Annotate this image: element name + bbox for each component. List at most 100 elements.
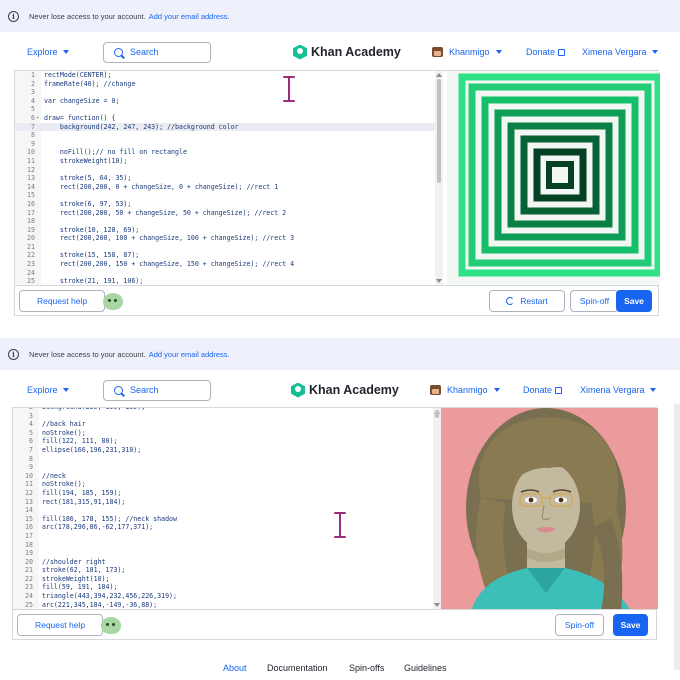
chevron-down-icon — [651, 50, 658, 54]
code-line[interactable]: 4 var changeSize = 0; — [15, 97, 443, 106]
line-number: 20 — [25, 557, 33, 566]
code-line[interactable]: 18 — [15, 217, 443, 226]
user-menu[interactable]: Ximena Vergara — [580, 385, 656, 395]
code-line[interactable]: 6 fill(122, 111, 80); — [13, 437, 441, 446]
scroll-up-arrow-icon[interactable] — [436, 73, 442, 77]
code-line[interactable]: 7 background(242, 247, 243); //backgroun… — [15, 122, 443, 132]
editor-scrollbar[interactable] — [435, 71, 443, 285]
code-line[interactable]: 7 ellipse(166,196,231,310); — [13, 446, 441, 455]
code-line[interactable]: 20 //shoulder right — [13, 558, 441, 567]
code-line[interactable]: 19 — [13, 549, 441, 558]
code-line[interactable]: 9 — [13, 463, 441, 472]
code-line[interactable]: 17 rect(200,200, 50 + changeSize, 50 + c… — [15, 209, 443, 218]
request-help-button[interactable]: Request help — [17, 614, 103, 636]
code-line[interactable]: 24 triangle(443,394,232,456,226,319); — [13, 592, 441, 601]
code-line[interactable]: 3 — [15, 88, 443, 97]
code-line[interactable]: 15 fill(186, 178, 155); //neck shadow — [13, 515, 441, 524]
donate-link[interactable]: Donate — [523, 385, 563, 395]
spinoff-button[interactable]: Spin-off — [570, 290, 619, 312]
spinoff-button[interactable]: Spin-off — [555, 614, 604, 636]
code-line[interactable]: 20 rect(200,200, 100 + changeSize, 100 +… — [15, 234, 443, 243]
code-line[interactable]: 8 — [15, 131, 443, 140]
line-number: 19 — [27, 225, 35, 234]
scroll-down-arrow-icon[interactable] — [434, 603, 440, 607]
khan-academy-logo[interactable]: Khan Academy — [293, 44, 401, 60]
code-text: //neck — [42, 471, 66, 480]
request-help-button[interactable]: Request help — [19, 290, 105, 312]
editor-scrollbar[interactable] — [433, 408, 441, 609]
footer-documentation-link[interactable]: Documentation — [267, 663, 328, 673]
add-email-link[interactable]: Add your email address. — [149, 350, 230, 359]
khanmigo-blob-icon[interactable] — [101, 617, 121, 634]
khanmigo-label: Khanmigo — [447, 385, 488, 395]
code-line[interactable]: 17 — [13, 532, 441, 541]
khanmigo-menu[interactable]: Khanmigo — [430, 385, 500, 395]
code-line[interactable]: 18 — [13, 541, 441, 550]
save-button[interactable]: Save — [616, 290, 652, 312]
search-input[interactable]: Search — [103, 379, 211, 401]
restart-button[interactable]: Restart — [489, 290, 565, 312]
line-number: 20 — [27, 234, 35, 243]
code-line[interactable]: 5 noStroke(); — [13, 429, 441, 438]
code-line[interactable]: 1 rectMode(CENTER); — [15, 71, 443, 80]
code-line[interactable]: 12 — [15, 166, 443, 175]
code-line[interactable]: 11 noStroke(); — [13, 480, 441, 489]
code-line[interactable]: 14 — [13, 506, 441, 515]
add-email-link[interactable]: Add your email address. — [149, 12, 230, 21]
code-text: rectMode(CENTER); — [44, 71, 112, 79]
scroll-thumb[interactable] — [435, 410, 439, 418]
user-menu[interactable]: Ximena Vergara — [582, 47, 658, 57]
code-line[interactable]: 19 stroke(10, 128, 69); — [15, 226, 443, 235]
code-line[interactable]: 25 stroke(21, 191, 106); — [15, 277, 443, 285]
code-line[interactable]: 16 stroke(6, 97, 53); — [15, 200, 443, 209]
output-canvas-squares[interactable] — [447, 71, 660, 285]
footer-spinoffs-link[interactable]: Spin-offs — [349, 663, 384, 673]
donate-link[interactable]: Donate — [526, 47, 566, 57]
code-editor[interactable]: 1 rectMode(CENTER); 2 frameRate(40); //chan… — [15, 71, 443, 285]
scroll-thumb[interactable] — [437, 79, 441, 183]
code-line[interactable]: 11 strokeWeight(10); — [15, 157, 443, 166]
code-line[interactable]: 12 fill(194, 185, 159); — [13, 489, 441, 498]
output-canvas-portrait[interactable] — [441, 408, 658, 609]
code-line[interactable]: 5 — [15, 105, 443, 114]
khanmigo-blob-icon[interactable] — [103, 293, 123, 310]
code-line[interactable]: 2 frameRate(40); //change — [15, 80, 443, 89]
code-line[interactable]: 21 — [15, 243, 443, 252]
code-line[interactable]: 10 noFill();// no fill on rectangle — [15, 148, 443, 157]
save-button[interactable]: Save — [613, 614, 648, 636]
code-line[interactable]: 25 arc(221,345,184,-149,-36,88); — [13, 601, 441, 609]
code-editor[interactable]: 2background(235, 155, 155);34//back hair… — [13, 408, 441, 609]
khanmigo-menu[interactable]: Khanmigo — [432, 47, 502, 57]
spinoff-label: Spin-off — [564, 620, 595, 630]
code-line[interactable]: 22 stroke(15, 158, 87); — [15, 251, 443, 260]
explore-menu[interactable]: Explore — [27, 385, 69, 395]
code-line[interactable]: 9 — [15, 140, 443, 149]
code-line[interactable]: 8 — [13, 455, 441, 464]
code-line[interactable]: 10 //neck — [13, 472, 441, 481]
code-line[interactable]: 3 — [13, 412, 441, 421]
line-number: 7 — [31, 122, 35, 131]
footer-about-link[interactable]: About — [223, 663, 247, 673]
code-text: stroke(6, 97, 53); — [44, 199, 132, 208]
code-line[interactable]: 22 strokeWeight(10); — [13, 575, 441, 584]
code-line[interactable]: 13 stroke(5, 64, 35); — [15, 174, 443, 183]
code-line[interactable]: 21 stroke(62, 181, 173); — [13, 566, 441, 575]
code-line[interactable]: 23 rect(200,200, 150 + changeSize, 150 +… — [15, 260, 443, 269]
code-line[interactable]: 15 — [15, 191, 443, 200]
khan-academy-logo[interactable]: Khan Academy — [291, 382, 399, 398]
code-line[interactable]: 13 rect(181,315,91,184); — [13, 498, 441, 507]
footer-guidelines-link[interactable]: Guidelines — [404, 663, 447, 673]
code-line[interactable]: 6 ▾ draw= function() { — [15, 114, 443, 123]
page-scrollbar[interactable] — [674, 404, 680, 670]
code-line[interactable]: 23 fill(59, 191, 184); — [13, 583, 441, 592]
code-line[interactable]: 14 rect(200,200, 0 + changeSize, 0 + cha… — [15, 183, 443, 192]
line-number: 24 — [27, 268, 35, 277]
search-input[interactable]: Search — [103, 41, 211, 63]
code-line[interactable]: 4 //back hair — [13, 420, 441, 429]
chevron-down-icon — [62, 50, 69, 54]
code-line[interactable]: 16 arc(178,296,86,-62,177,371); — [13, 523, 441, 532]
code-line[interactable]: 24 — [15, 269, 443, 278]
scroll-down-arrow-icon[interactable] — [436, 279, 442, 283]
fold-arrow-icon[interactable]: ▾ — [36, 114, 39, 123]
explore-menu[interactable]: Explore — [27, 47, 69, 57]
